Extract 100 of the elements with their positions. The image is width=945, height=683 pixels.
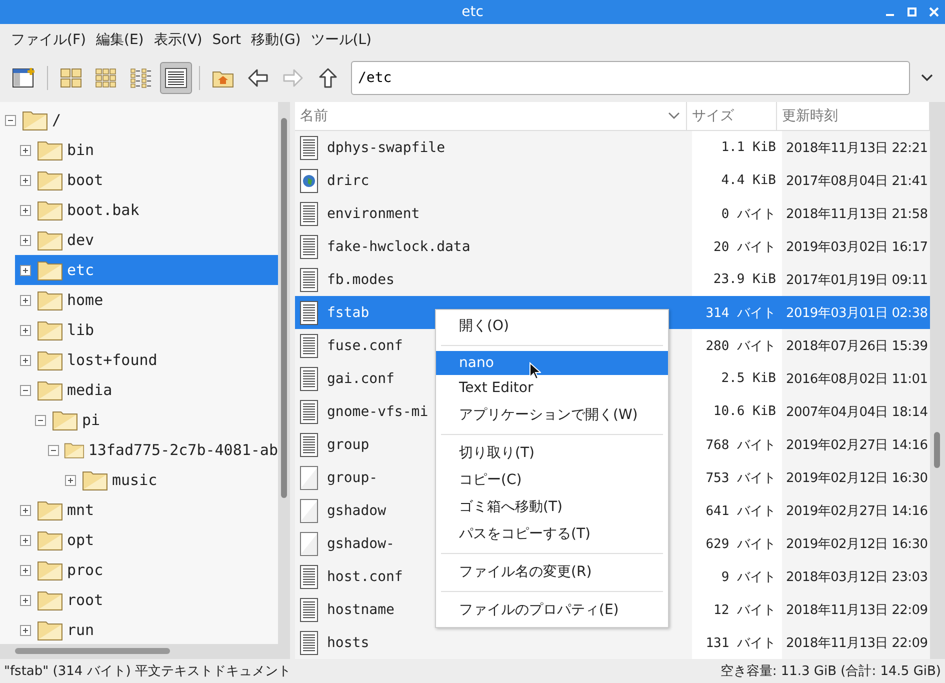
text-file-icon bbox=[300, 268, 318, 292]
file-name[interactable]: hostname bbox=[327, 602, 394, 618]
mouse-pointer-icon bbox=[529, 362, 541, 380]
scrollbar[interactable] bbox=[278, 102, 290, 644]
tree-item[interactable]: boot bbox=[15, 165, 278, 195]
expand-icon[interactable] bbox=[18, 144, 33, 156]
expand-icon[interactable] bbox=[18, 234, 33, 246]
folder-icon bbox=[37, 379, 63, 401]
expand-icon[interactable] bbox=[18, 294, 33, 306]
file-name[interactable]: fuse.conf bbox=[327, 338, 403, 354]
context-menu-item[interactable]: 切り取り(T) bbox=[436, 440, 668, 467]
file-size: 23.9 KiB bbox=[692, 263, 782, 296]
view-mode-button[interactable] bbox=[160, 62, 192, 94]
tree-item[interactable]: root bbox=[15, 585, 278, 615]
tree-item[interactable]: opt bbox=[15, 525, 278, 555]
file-name[interactable]: hosts bbox=[327, 634, 370, 650]
folder-name: mnt bbox=[67, 501, 94, 519]
collapse-icon[interactable] bbox=[48, 444, 60, 456]
context-menu-item[interactable]: アプリケーションで開く(W) bbox=[436, 402, 668, 429]
column-header[interactable]: サイズ bbox=[687, 102, 777, 130]
horizontal-scrollbar[interactable] bbox=[0, 644, 290, 659]
modified-time: 2019年02月27日 14:16 bbox=[785, 436, 929, 454]
modified-time: 2019年02月27日 14:16 bbox=[785, 502, 929, 520]
expand-icon[interactable] bbox=[18, 174, 33, 186]
menu-item[interactable]: Sort bbox=[207, 32, 246, 48]
expand-icon[interactable] bbox=[63, 474, 78, 486]
menu-item[interactable]: ツール(L) bbox=[306, 31, 376, 49]
folder-name: lib bbox=[67, 321, 94, 339]
collapse-icon[interactable] bbox=[18, 384, 33, 396]
file-name[interactable]: drirc bbox=[327, 172, 370, 188]
expand-icon[interactable] bbox=[18, 264, 33, 276]
file-name[interactable]: gshadow bbox=[327, 502, 386, 518]
expand-icon[interactable] bbox=[18, 324, 33, 336]
folder-icon bbox=[37, 199, 63, 221]
file-name[interactable]: fb.modes bbox=[327, 272, 394, 288]
file-size: 629 バイト bbox=[692, 527, 782, 560]
expand-icon[interactable] bbox=[18, 504, 33, 516]
file-name[interactable]: host.conf bbox=[327, 568, 403, 584]
status-text: "fstab" (314 バイト) 平文テキストドキュメント bbox=[4, 663, 291, 680]
tree-item[interactable]: run bbox=[15, 615, 278, 644]
path-field[interactable]: /etc bbox=[351, 61, 910, 95]
modified-time: 2016年08月02日 11:01 bbox=[785, 370, 929, 388]
text-file-icon bbox=[300, 630, 318, 654]
file-name[interactable]: fstab bbox=[327, 304, 370, 320]
context-menu-item[interactable]: nano bbox=[436, 351, 668, 375]
file-name[interactable]: fake-hwclock.data bbox=[327, 238, 470, 254]
tree-item[interactable]: proc bbox=[15, 555, 278, 585]
folder-icon bbox=[52, 409, 78, 431]
tree-item[interactable]: lost+found bbox=[15, 345, 278, 375]
context-menu-item[interactable]: ファイル名の変更(R) bbox=[436, 559, 668, 586]
scrollbar[interactable] bbox=[930, 102, 945, 659]
file-name[interactable]: gshadow- bbox=[327, 536, 394, 552]
expand-icon[interactable] bbox=[18, 594, 33, 606]
menu-item[interactable]: 表示(V) bbox=[148, 31, 208, 49]
collapse-icon[interactable] bbox=[3, 114, 18, 126]
tree-item[interactable]: boot.bak bbox=[15, 195, 278, 225]
folder-name: dev bbox=[67, 231, 94, 249]
sort-caret-icon[interactable] bbox=[668, 112, 680, 120]
file-name[interactable]: group- bbox=[327, 470, 378, 486]
dropdown-caret-icon[interactable] bbox=[921, 74, 933, 82]
tree-item[interactable]: music bbox=[60, 465, 278, 495]
expand-icon[interactable] bbox=[18, 564, 33, 576]
tree-item[interactable]: lib bbox=[15, 315, 278, 345]
file-name[interactable]: gnome-vfs-mi bbox=[327, 404, 428, 420]
expand-icon[interactable] bbox=[18, 624, 33, 636]
context-menu-item[interactable]: 開く(O) bbox=[436, 313, 668, 340]
context-menu-item[interactable]: Text Editor bbox=[436, 375, 668, 402]
tree-item[interactable]: dev bbox=[15, 225, 278, 255]
file-name[interactable]: gai.conf bbox=[327, 370, 394, 386]
tree-item[interactable]: bin bbox=[15, 135, 278, 165]
menu-item[interactable]: ファイル(F) bbox=[6, 31, 91, 49]
blank-file-icon bbox=[300, 532, 318, 556]
menu-item[interactable]: 移動(G) bbox=[246, 31, 306, 49]
tree-item[interactable]: media bbox=[15, 375, 278, 405]
close-icon[interactable] bbox=[929, 7, 939, 17]
file-name[interactable]: dphys-swapfile bbox=[327, 140, 446, 156]
tree-item[interactable]: pi bbox=[30, 405, 278, 435]
blank-file-icon bbox=[300, 498, 318, 522]
file-name[interactable]: environment bbox=[327, 206, 420, 222]
maximize-icon[interactable] bbox=[907, 7, 917, 17]
tree-item[interactable]: home bbox=[15, 285, 278, 315]
text-file-icon bbox=[300, 234, 318, 258]
context-menu-item[interactable]: ゴミ箱へ移動(T) bbox=[436, 494, 668, 521]
file-name[interactable]: group bbox=[327, 436, 370, 452]
modified-time: 2019年02月12日 16:30 bbox=[785, 470, 929, 488]
context-menu-item[interactable]: ファイルのプロパティ(E) bbox=[436, 597, 668, 624]
tree-item[interactable]: mnt bbox=[15, 495, 278, 525]
tree-item[interactable]: etc bbox=[15, 255, 278, 285]
expand-icon[interactable] bbox=[18, 354, 33, 366]
file-size: 131 バイト bbox=[692, 626, 782, 659]
context-menu-item[interactable]: パスをコピーする(T) bbox=[436, 521, 668, 548]
column-header[interactable]: 名前 bbox=[295, 102, 687, 130]
menu-item[interactable]: 編集(E) bbox=[90, 31, 149, 49]
tree-item[interactable]: / bbox=[0, 105, 278, 135]
tree-item[interactable]: 13fad775-2c7b-4081-ab bbox=[45, 435, 278, 465]
expand-icon[interactable] bbox=[18, 204, 33, 216]
folder-name: music bbox=[112, 471, 158, 489]
collapse-icon[interactable] bbox=[33, 414, 48, 426]
context-menu-item[interactable]: コピー(C) bbox=[436, 467, 668, 494]
expand-icon[interactable] bbox=[18, 534, 33, 546]
